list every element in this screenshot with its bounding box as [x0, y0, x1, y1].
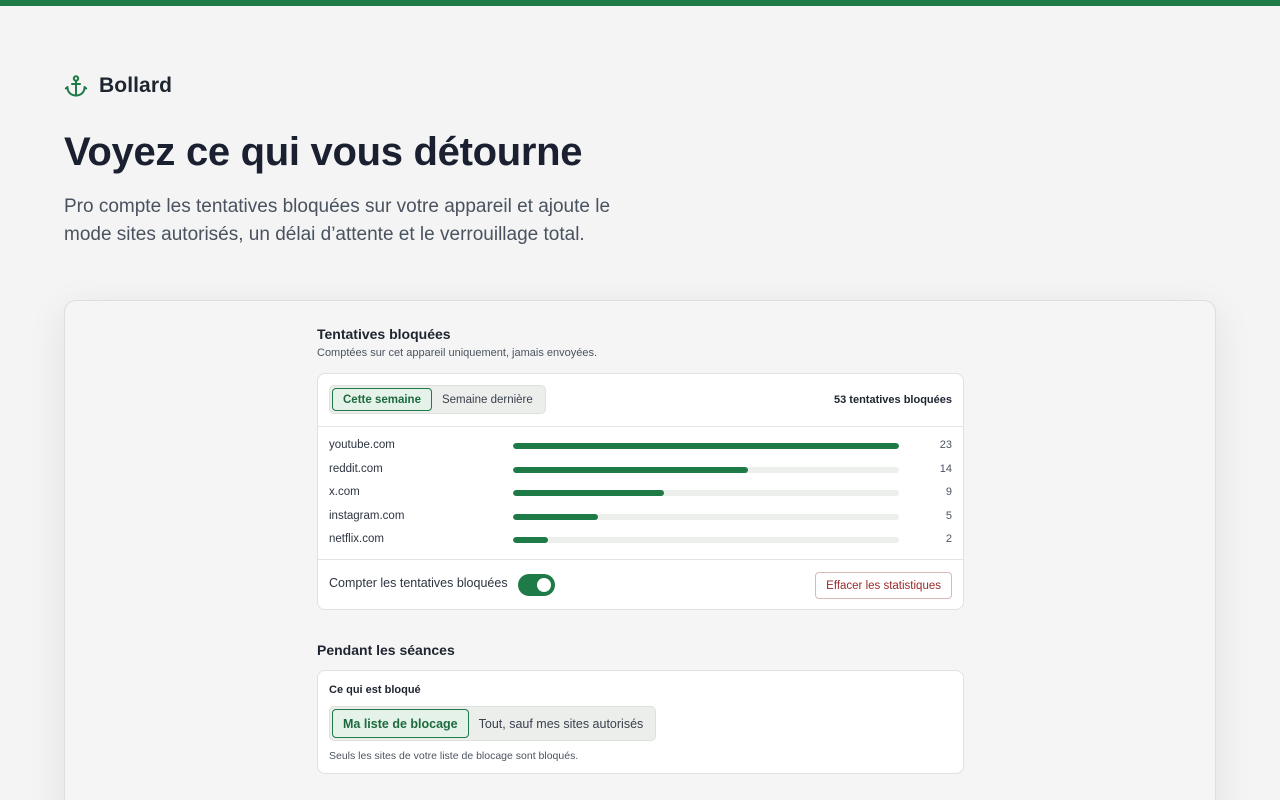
- site-row: reddit.com 14: [318, 461, 963, 479]
- page-title: Voyez ce qui vous détourne: [64, 130, 583, 174]
- site-count: 2: [945, 533, 952, 545]
- blocking-mode-selector: Ma liste de blocage Tout, sauf mes sites…: [329, 706, 657, 741]
- mode-allowlist[interactable]: Tout, sauf mes sites autorisés: [469, 709, 654, 738]
- site-bar-fill: [513, 443, 899, 449]
- tab-last-week[interactable]: Semaine dernière: [432, 388, 543, 411]
- site-count: 23: [939, 439, 952, 451]
- sessions-card: Ce qui est bloqué Ma liste de blocage To…: [317, 670, 964, 774]
- site-bar-track: [513, 443, 899, 449]
- page-subtitle-line-1: Pro compte les tentatives bloquées sur v…: [64, 196, 611, 217]
- anchor-icon: [64, 74, 88, 98]
- tab-this-week[interactable]: Cette semaine: [332, 388, 432, 411]
- site-domain: instagram.com: [329, 509, 405, 522]
- sessions-title: Pendant les séances: [317, 642, 455, 658]
- site-row: youtube.com 23: [318, 437, 963, 455]
- blocked-attempts-title: Tentatives bloquées: [317, 326, 451, 342]
- site-bar-fill: [513, 466, 749, 473]
- blocking-mode-label: Ce qui est bloqué: [329, 684, 421, 696]
- clear-stats-button[interactable]: Effacer les statistiques: [815, 572, 952, 599]
- blocking-mode-help: Seuls les sites de votre liste de blocag…: [329, 750, 579, 762]
- site-domain: netflix.com: [329, 533, 384, 545]
- blocked-attempts-card: Cette semaine Semaine dernière 53 tentat…: [317, 373, 964, 610]
- blocked-total: 53 tentatives bloquées: [834, 394, 952, 406]
- site-bar-track: [513, 537, 899, 543]
- divider: [318, 559, 963, 560]
- site-count: 5: [945, 509, 952, 522]
- site-domain: reddit.com: [329, 462, 383, 475]
- period-selector: Cette semaine Semaine dernière: [329, 385, 546, 414]
- brand: Bollard: [64, 74, 172, 98]
- toggle-knob: [537, 578, 551, 592]
- site-row: netflix.com 2: [318, 531, 963, 549]
- settings-preview-panel: Tentatives bloquées Comptées sur cet app…: [64, 300, 1216, 800]
- count-toggle-label: Compter les tentatives bloquées: [329, 576, 508, 590]
- site-domain: x.com: [329, 486, 360, 498]
- site-row: x.com 9: [318, 484, 963, 502]
- divider: [318, 426, 963, 427]
- site-bar-track: [513, 513, 899, 520]
- site-bar-fill: [513, 513, 598, 520]
- page-subtitle: Pro compte les tentatives bloquées sur v…: [64, 193, 644, 249]
- site-count: 9: [945, 486, 952, 498]
- blocked-attempts-subtitle: Comptées sur cet appareil uniquement, ja…: [317, 347, 598, 359]
- count-blocked-toggle[interactable]: [518, 574, 555, 596]
- page-subtitle-line-2: mode sites autorisés, un délai d’attente…: [64, 224, 585, 245]
- top-accent-bar: [0, 0, 1280, 6]
- site-row: instagram.com 5: [318, 508, 963, 526]
- mode-blocklist[interactable]: Ma liste de blocage: [332, 709, 469, 738]
- site-count: 14: [939, 462, 952, 475]
- site-bar-fill: [513, 490, 664, 496]
- site-domain: youtube.com: [329, 439, 395, 451]
- site-bar-track: [513, 490, 899, 496]
- site-bar-track: [513, 466, 899, 473]
- brand-name: Bollard: [99, 74, 173, 97]
- site-bar-fill: [513, 537, 548, 543]
